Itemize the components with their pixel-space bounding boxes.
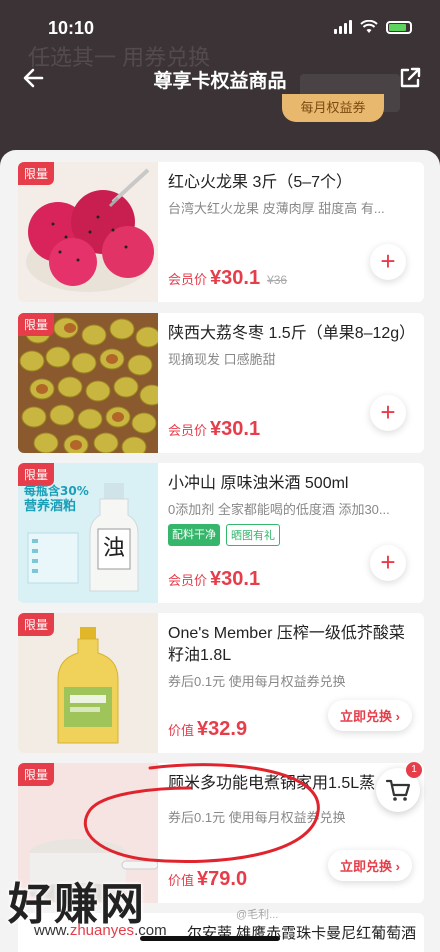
- redeem-now-button[interactable]: 立即兑换 ›: [328, 700, 412, 731]
- cart-button[interactable]: 1: [376, 762, 422, 812]
- product-desc: 现摘现发 口感脆甜: [168, 352, 276, 367]
- original-price: ¥36: [267, 273, 288, 287]
- weibo-watermark: @毛利...: [236, 909, 279, 921]
- member-price: 会员价 ¥30.1: [168, 418, 261, 440]
- share-icon[interactable]: [396, 64, 424, 92]
- limited-tag: 限量: [18, 162, 55, 185]
- limited-tag: 限量: [18, 313, 55, 336]
- add-to-cart-button[interactable]: +: [370, 244, 406, 280]
- product-card[interactable]: 限量 One's Member 压榨一级低芥酸菜籽油1.8L 券后0.1元 使用…: [18, 613, 424, 753]
- product-name: 小冲山 原味浊米酒 500ml: [168, 475, 349, 492]
- page-title: 尊享卡权益商品: [153, 71, 287, 92]
- limited-tag: 限量: [18, 613, 55, 636]
- monthly-coupon-badge: 每月权益券: [282, 94, 384, 122]
- redeem-now-button[interactable]: 立即兑换 ›: [328, 850, 412, 881]
- member-price: 会员价 ¥30.1 ¥36: [168, 267, 288, 289]
- value-price: 价值 ¥32.9: [168, 718, 248, 740]
- svg-text:浊: 浊: [103, 536, 125, 561]
- cart-count-badge: 1: [406, 762, 422, 778]
- product-card[interactable]: 浊 限量 每瓶含30% 营养酒粕 小冲山 原味浊米酒 500ml 0添加剂 全家…: [18, 463, 424, 603]
- product-list: 限量 红心火龙果 3斤（5–7个） 台湾大红火龙果 皮薄肉厚 甜度高 有... …: [0, 150, 440, 952]
- feature-chip: 晒图有礼: [226, 524, 280, 546]
- limited-tag: 限量: [18, 763, 55, 786]
- feature-chip: 配料干净: [168, 524, 220, 546]
- product-name: One's Member 压榨一级低芥酸菜籽油1.8L: [168, 625, 405, 664]
- product-card[interactable]: 限量 陕西大荔冬枣 1.5斤（单果8–12g） 现摘现发 口感脆甜 会员价 ¥3…: [18, 313, 424, 453]
- image-promo-text: 每瓶含30% 营养酒粕: [24, 483, 104, 515]
- product-desc: 券后0.1元 使用每月权益券兑换: [168, 674, 346, 689]
- home-indicator[interactable]: [140, 936, 280, 941]
- product-desc: 台湾大红火龙果 皮薄肉厚 甜度高 有...: [168, 201, 385, 216]
- product-name: 陕西大荔冬枣 1.5斤（单果8–12g）: [168, 325, 416, 342]
- product-name: 红心火龙果 3斤（5–7个）: [168, 174, 353, 191]
- image-promo-line2: 营养酒粕: [24, 499, 77, 514]
- product-desc: 0添加剂 全家都能喝的低度酒 添加30...: [168, 502, 390, 517]
- member-price: 会员价 ¥30.1: [168, 568, 261, 590]
- image-promo-line1: 每瓶含30%: [24, 484, 89, 498]
- add-to-cart-button[interactable]: +: [370, 545, 406, 581]
- product-card[interactable]: 限量 红心火龙果 3斤（5–7个） 台湾大红火龙果 皮薄肉厚 甜度高 有... …: [18, 162, 424, 302]
- add-to-cart-button[interactable]: +: [370, 395, 406, 431]
